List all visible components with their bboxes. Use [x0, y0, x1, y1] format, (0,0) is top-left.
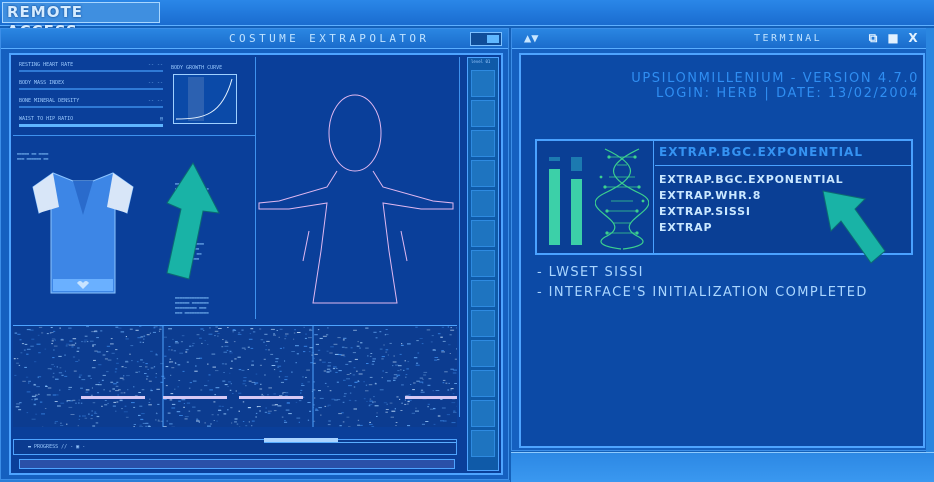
divider: [459, 57, 460, 417]
level-bar: [549, 169, 560, 245]
status-strip: [19, 459, 455, 469]
level-cell: [471, 70, 495, 97]
body-growth-curve: BODY GROWTH CURVE: [169, 65, 243, 127]
costume-shirt-image: [32, 172, 134, 294]
right-edge: [926, 28, 934, 452]
top-bar: REMOTE ACCESS: [0, 0, 934, 40]
info-text: ▬▬▬▬▬ ▬▬ ▬▬▬▬ ▬▬▬ ▬▬▬▬▬▬ ▬▬: [17, 151, 49, 161]
level-cell: [471, 370, 495, 397]
extrap-item[interactable]: EXTRAP.WHR.8: [659, 189, 761, 202]
terminal-titlebar[interactable]: ▲▼ TERMINAL ⧉ ■ X: [512, 29, 933, 49]
stat-value: -- --: [147, 98, 163, 104]
stat-bar: [19, 106, 163, 108]
body-outline-figure: [258, 94, 454, 304]
bottom-strip: [511, 452, 934, 482]
level-label: level 01: [471, 59, 491, 64]
arrow-icon: [166, 162, 220, 280]
stat-row: WAIST TO HIP RATIO ▤: [15, 113, 165, 131]
stat-bar: [19, 70, 163, 72]
costume-extrapolator-window: COSTUME EXTRAPOLATOR RESTING HEART RATE …: [0, 28, 509, 480]
terminal-body: UPSILONMILLENIUM - VERSION 4.7.0 LOGIN: …: [519, 53, 925, 448]
divider: [13, 135, 255, 136]
toggle-button[interactable]: [470, 32, 502, 46]
divider: [255, 57, 256, 319]
terminal-window-title: TERMINAL: [754, 33, 823, 44]
stat-value: ▤: [159, 116, 163, 122]
info-text: ▬▬▬▬▬▬▬▬▬▬▬▬▬▬ ▬▬▬▬▬▬ ▬▬▬▬▬▬▬ ▬▬▬▬▬▬▬▬▬ …: [175, 295, 209, 315]
level-cell: [471, 130, 495, 157]
signal-noise-panel: [13, 325, 457, 427]
level-column[interactable]: level 01: [467, 57, 499, 471]
level-cell: [471, 430, 495, 457]
level-cell: [471, 340, 495, 367]
stat-row: BONE MINERAL DENSITY -- --: [15, 95, 165, 113]
stat-row: RESTING HEART RATE -- --: [15, 59, 165, 77]
pointer-arrow-icon: [822, 190, 886, 264]
level-cell: [471, 190, 495, 217]
stat-value: -- --: [147, 80, 163, 86]
curve-title: BODY GROWTH CURVE: [171, 65, 223, 71]
curve-graph: [173, 74, 237, 124]
bar-cap: [571, 157, 582, 171]
stat-value: -- --: [147, 62, 163, 68]
stat-label: WAIST TO HIP RATIO: [19, 116, 74, 122]
progress-label: ▬ PROGRESS // - ▣ -: [28, 444, 86, 450]
level-cell: [471, 220, 495, 247]
terminal-window: ▲▼ TERMINAL ⧉ ■ X UPSILONMILLENIUM - VER…: [511, 28, 934, 451]
minimize-button[interactable]: ■: [886, 31, 900, 45]
level-cell: [471, 310, 495, 337]
close-button[interactable]: X: [906, 31, 920, 45]
progress-bar: ▬ PROGRESS // - ▣ -: [13, 438, 457, 455]
version-info: UPSILONMILLENIUM - VERSION 4.7.0 LOGIN: …: [631, 71, 919, 101]
costume-window-title: COSTUME EXTRAPOLATOR: [229, 32, 430, 45]
divider: [655, 165, 911, 166]
stat-label: BONE MINERAL DENSITY: [19, 98, 80, 104]
costume-body: RESTING HEART RATE -- -- BODY MASS INDEX…: [9, 53, 503, 475]
progress-track: [264, 442, 456, 443]
stat-bar: [19, 88, 163, 90]
log-line: - INTERFACE'S INITIALIZATION COMPLETED: [537, 285, 868, 300]
level-cell: [471, 400, 495, 427]
level-cell: [471, 250, 495, 277]
log-line: - LWSET SISSI: [537, 265, 644, 280]
bar-cap: [549, 157, 560, 161]
stat-label: RESTING HEART RATE: [19, 62, 74, 68]
stat-bar: [19, 124, 163, 127]
extrap-item[interactable]: EXTRAP.BGC.EXPONENTIAL: [659, 173, 843, 186]
extrap-item[interactable]: EXTRAP: [659, 221, 712, 234]
extrap-header: EXTRAP.BGC.EXPONENTIAL: [659, 145, 863, 159]
dna-helix-icon: [595, 148, 649, 250]
level-cell: [471, 280, 495, 307]
remote-access-title: REMOTE ACCESS: [2, 2, 160, 40]
restore-button[interactable]: ⧉: [866, 31, 880, 45]
stats-panel: RESTING HEART RATE -- -- BODY MASS INDEX…: [15, 59, 165, 131]
costume-titlebar[interactable]: COSTUME EXTRAPOLATOR: [1, 29, 508, 49]
stat-label: BODY MASS INDEX: [19, 80, 65, 86]
stat-row: BODY MASS INDEX -- --: [15, 77, 165, 95]
login-line: LOGIN: HERB | DATE: 13/02/2004: [655, 86, 919, 101]
level-cell: [471, 160, 495, 187]
level-cell: [471, 100, 495, 127]
scroll-arrows-icon[interactable]: ▲▼: [524, 31, 538, 45]
divider: [653, 141, 654, 253]
level-bar: [571, 179, 582, 245]
extrap-item[interactable]: EXTRAP.SISSI: [659, 205, 751, 218]
version-line: UPSILONMILLENIUM - VERSION 4.7.0: [631, 71, 919, 86]
